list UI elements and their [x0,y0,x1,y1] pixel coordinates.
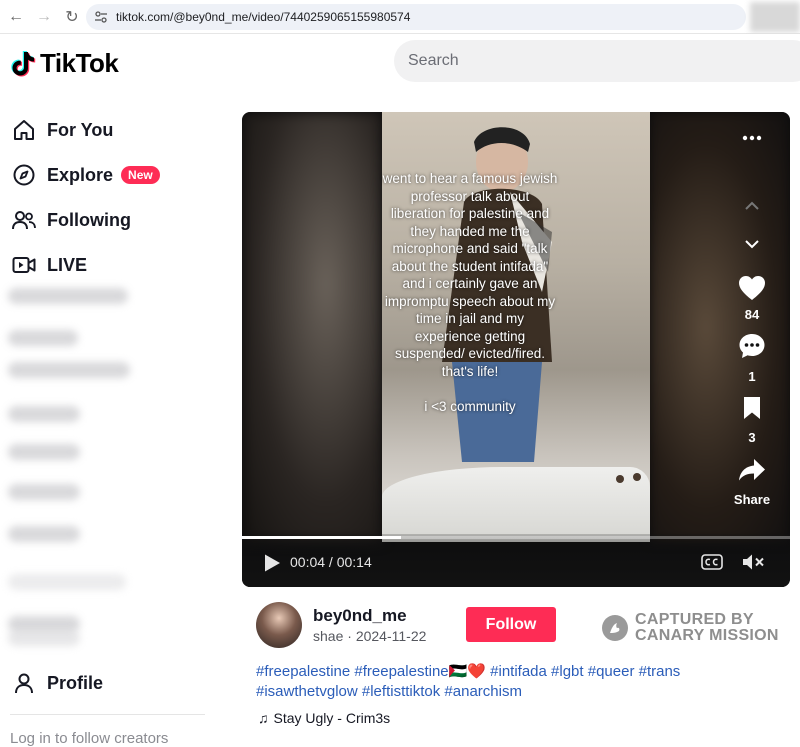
share-label: Share [733,492,771,507]
address-bar[interactable]: tiktok.com/@bey0nd_me/video/744025906515… [86,4,746,30]
follow-button[interactable]: Follow [466,607,556,642]
video-player[interactable]: went to hear a famous jewish professor t… [242,112,790,587]
home-icon [12,118,36,142]
video-sink-image [382,467,650,542]
progress-bar[interactable] [242,536,790,539]
music-info[interactable]: ♫ Stay Ugly - Crim3s [258,710,390,726]
video-blur-left [242,112,382,542]
next-video-icon[interactable] [736,228,768,260]
blurred-account-row [8,406,80,422]
blurred-account-row [8,444,80,460]
more-options-icon[interactable] [736,122,768,154]
mute-icon[interactable] [741,552,765,572]
sidebar-item-profile[interactable]: Profile [12,668,103,698]
like-count: 84 [744,307,760,322]
bookmark-icon[interactable] [736,392,768,424]
back-icon[interactable]: ← [2,3,30,31]
author-info: bey0nd_me shae · 2024-11-22 [256,602,426,648]
post-date: 2024-11-22 [355,628,427,644]
music-title: Stay Ugly - Crim3s [273,710,391,726]
video-action-rail: 84 1 3 Share [730,112,774,542]
sidebar-item-label: Explore [47,164,114,185]
sidebar-item-label: Following [47,209,131,230]
url-text: tiktok.com/@bey0nd_me/video/744025906515… [116,10,411,24]
sidebar-item-label: Profile [47,672,104,693]
watermark-line1: CAPTURED BY [635,611,754,628]
blurred-account-row [8,288,128,304]
like-icon[interactable] [736,272,768,304]
canary-mission-watermark: CAPTURED BY CANARY MISSION [602,612,779,644]
blurred-account-row [8,362,130,378]
site-info-icon[interactable] [94,10,108,24]
author-name-block: bey0nd_me shae · 2024-11-22 [313,606,426,644]
watermark-text: CAPTURED BY CANARY MISSION [635,612,779,644]
browser-profile-blurred [750,2,800,32]
sidebar-item-explore[interactable]: Explore New [12,160,160,190]
hashtags-line2[interactable]: #isawthetvglow #leftisttiktok #anarchism [256,682,776,702]
new-badge: New [121,166,160,184]
browser-toolbar: ← → ↻ tiktok.com/@bey0nd_me/video/744025… [0,0,800,34]
captions-icon[interactable] [701,554,723,570]
author-display-name: shae [313,628,344,644]
blurred-account-row [8,574,126,590]
live-icon [12,253,36,277]
sidebar-item-live[interactable]: LIVE [12,250,87,280]
tiktok-note-icon [11,50,36,76]
reload-icon[interactable]: ↻ [58,3,86,31]
sidebar-item-label: For You [47,119,114,140]
comment-icon[interactable] [736,330,768,362]
video-controls: 00:04 / 00:14 [242,534,790,587]
sidebar-item-for-you[interactable]: For You [12,115,113,145]
search-input[interactable]: Search [394,40,800,82]
profile-icon [12,671,36,695]
avatar[interactable] [256,602,302,648]
hashtags-line1[interactable]: #freepalestine #freepalestine🇵🇸❤️ #intif… [256,662,776,682]
playback-time: 00:04 / 00:14 [290,554,372,570]
music-note-icon: ♫ [258,710,269,726]
watermark-line2: CANARY MISSION [635,627,779,644]
sidebar-item-following[interactable]: Following [12,205,131,235]
search-placeholder: Search [408,52,459,69]
following-icon [12,208,36,232]
progress-fill [242,536,401,539]
sidebar: For You Explore New Following LIVE Profi… [0,90,212,747]
blurred-account-row [8,526,80,542]
play-icon[interactable] [262,553,282,573]
tiktok-logo[interactable]: TikTok [10,48,119,79]
share-icon[interactable] [736,454,768,486]
sidebar-divider [10,714,205,715]
blurred-account-row [8,330,78,346]
sidebar-item-label: LIVE [47,254,88,275]
compass-icon [12,163,36,187]
hashtags[interactable]: #freepalestine #freepalestine🇵🇸❤️ #intif… [256,662,776,702]
site-header: TikTok Search [0,34,800,90]
author-subline: shae · 2024-11-22 [313,628,427,644]
blurred-account-row [8,484,80,500]
previous-video-icon[interactable] [736,190,768,222]
canary-logo-icon [602,615,628,641]
login-prompt[interactable]: Log in to follow creators [10,730,168,747]
video-caption-overlay: went to hear a famous jewish professor t… [382,171,558,414]
logo-text: TikTok [40,48,119,78]
comment-count: 1 [748,369,756,384]
save-count: 3 [748,430,756,445]
author-username[interactable]: bey0nd_me [313,606,426,626]
blurred-account-row [8,630,80,646]
forward-icon[interactable]: → [30,3,58,31]
